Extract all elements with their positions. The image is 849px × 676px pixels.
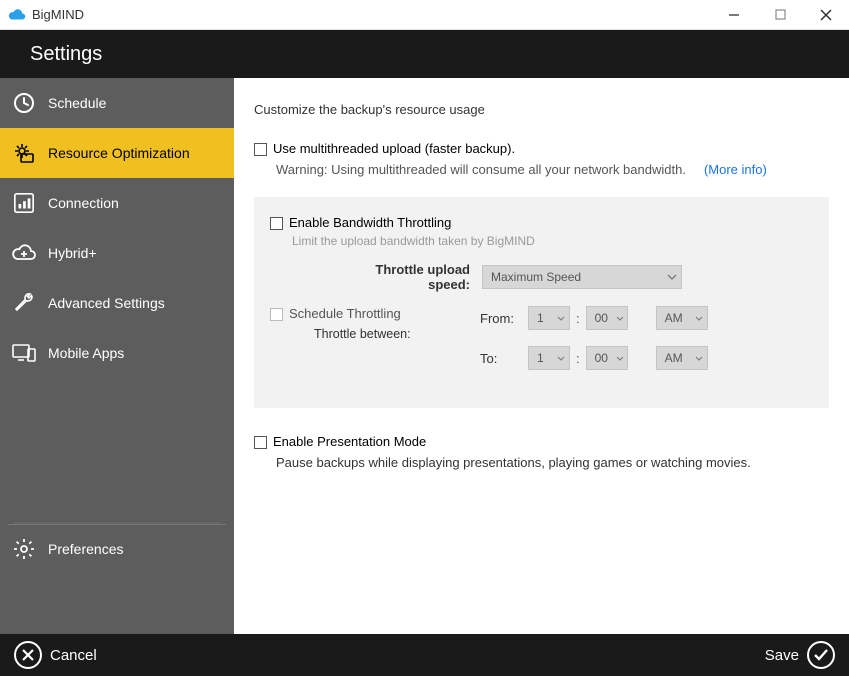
wrench-icon <box>10 289 38 317</box>
throttle-speed-dropdown[interactable]: Maximum Speed <box>482 265 682 289</box>
presentation-mode-label: Enable Presentation Mode <box>273 434 426 449</box>
save-button[interactable]: Save <box>765 641 835 669</box>
gear-box-icon <box>10 139 38 167</box>
content-heading: Customize the backup's resource usage <box>254 102 829 117</box>
multithreaded-label: Use multithreaded upload (faster backup)… <box>273 141 515 156</box>
throttling-sub: Limit the upload bandwidth taken by BigM… <box>292 234 813 248</box>
page-header: Settings <box>0 30 849 78</box>
time-colon: : <box>576 311 580 326</box>
presentation-mode-desc: Pause backups while displaying presentat… <box>276 455 829 470</box>
time-colon: : <box>576 351 580 366</box>
from-ampm-dropdown[interactable]: AM <box>656 306 708 330</box>
multithreaded-row: Use multithreaded upload (faster backup)… <box>254 141 829 156</box>
schedule-throttling-label: Schedule Throttling <box>289 306 401 321</box>
from-hour-dropdown[interactable]: 1 <box>528 306 570 330</box>
page-title: Settings <box>30 43 102 66</box>
more-info-link[interactable]: (More info) <box>704 162 767 177</box>
chevron-down-icon <box>616 356 624 361</box>
titlebar: BigMIND <box>0 0 849 30</box>
sidebar-item-preferences[interactable]: Preferences <box>0 524 234 574</box>
to-ampm-dropdown[interactable]: AM <box>656 346 708 370</box>
cloud-icon <box>8 8 26 22</box>
close-icon <box>14 641 42 669</box>
sidebar-item-label: Preferences <box>48 541 123 557</box>
to-hour-dropdown[interactable]: 1 <box>528 346 570 370</box>
sidebar-item-connection[interactable]: Connection <box>0 178 234 228</box>
from-minute-dropdown[interactable]: 00 <box>586 306 628 330</box>
check-icon <box>807 641 835 669</box>
cancel-label: Cancel <box>50 647 97 664</box>
window-controls <box>711 0 849 29</box>
sidebar-item-hybrid[interactable]: Hybrid+ <box>0 228 234 278</box>
chevron-down-icon <box>557 356 565 361</box>
sidebar-item-label: Hybrid+ <box>48 245 97 261</box>
from-label: From: <box>480 311 528 326</box>
chevron-down-icon <box>667 274 677 280</box>
clock-icon <box>10 89 38 117</box>
enable-throttling-label: Enable Bandwidth Throttling <box>289 215 451 230</box>
multithreaded-warning: Warning: Using multithreaded will consum… <box>276 162 686 177</box>
content-pane: Customize the backup's resource usage Us… <box>234 78 849 634</box>
sidebar-item-label: Connection <box>48 195 119 211</box>
devices-icon <box>10 339 38 367</box>
sidebar-item-schedule[interactable]: Schedule <box>0 78 234 128</box>
sidebar-item-label: Resource Optimization <box>48 145 190 161</box>
app-title: BigMIND <box>32 7 711 22</box>
sidebar-item-resource-optimization[interactable]: Resource Optimization <box>0 128 234 178</box>
sidebar-item-mobile-apps[interactable]: Mobile Apps <box>0 328 234 378</box>
sidebar-item-label: Mobile Apps <box>48 345 124 361</box>
bars-icon <box>10 189 38 217</box>
throttle-speed-value: Maximum Speed <box>491 270 581 284</box>
chevron-down-icon <box>616 316 624 321</box>
throttle-between-label: Throttle between: <box>314 327 480 341</box>
presentation-mode-checkbox[interactable] <box>254 436 267 449</box>
throttling-panel: Enable Bandwidth Throttling Limit the up… <box>254 197 829 408</box>
chevron-down-icon <box>695 316 703 321</box>
cloud-plus-icon <box>10 239 38 267</box>
cancel-button[interactable]: Cancel <box>14 641 97 669</box>
sidebar-item-label: Schedule <box>48 95 106 111</box>
sidebar: Schedule Resource Optimization Connectio… <box>0 78 234 634</box>
chevron-down-icon <box>695 356 703 361</box>
to-minute-dropdown[interactable]: 00 <box>586 346 628 370</box>
minimize-button[interactable] <box>711 0 757 29</box>
schedule-throttling-checkbox[interactable] <box>270 308 283 321</box>
maximize-button[interactable] <box>757 0 803 29</box>
gear-icon <box>10 535 38 563</box>
throttle-speed-label: Throttle upload speed: <box>330 262 470 292</box>
close-button[interactable] <box>803 0 849 29</box>
chevron-down-icon <box>557 316 565 321</box>
sidebar-item-advanced-settings[interactable]: Advanced Settings <box>0 278 234 328</box>
to-label: To: <box>480 351 528 366</box>
footer: Cancel Save <box>0 634 849 676</box>
enable-throttling-checkbox[interactable] <box>270 217 283 230</box>
save-label: Save <box>765 647 799 664</box>
multithreaded-checkbox[interactable] <box>254 143 267 156</box>
sidebar-item-label: Advanced Settings <box>48 295 165 311</box>
